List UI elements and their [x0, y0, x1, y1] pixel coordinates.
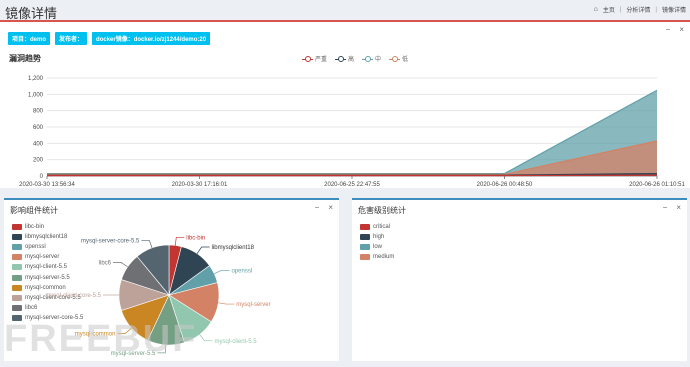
legend-item[interactable]: 低: [389, 54, 408, 63]
breadcrumb-home[interactable]: 主页: [603, 5, 615, 14]
severity-box: 危害级别统计 − × criticalhighlowmedium critica…: [352, 198, 687, 361]
pie-label: mysql-client-core-5.5: [45, 293, 101, 299]
publisher-tag: 发布者：: [55, 32, 88, 45]
pie-label-line: [113, 262, 128, 268]
breadcrumb-current: 镜像详情: [661, 8, 686, 14]
page: 镜像详情 ⌂ 主页 | 分析详情 | 镜像详情 项目：demo 发布者： doc…: [0, 0, 690, 367]
x-tick-label: 2020-03-30 17:16:01: [172, 182, 228, 188]
legend-item[interactable]: 严重: [302, 54, 327, 63]
pie-label: openssl: [231, 268, 252, 274]
pie-label: mysql-server-core-5.5: [81, 238, 140, 244]
y-tick-label: 200: [33, 158, 44, 164]
page-header: 镜像详情 ⌂ 主页 | 分析详情 | 镜像详情: [0, 0, 690, 21]
legend-label: 低: [402, 57, 409, 63]
y-tick-label: 600: [33, 125, 44, 131]
severity-chart: criticalhighlowmedium: [352, 208, 687, 363]
pie-label-line: [214, 269, 230, 275]
tag-row: 项目：demo 发布者： docker镜像：docker.io/zj1244/d…: [8, 32, 211, 45]
pie-label: libc6: [99, 260, 112, 266]
breadcrumb: ⌂ 主页 | 分析详情 | 镜像详情: [594, 5, 686, 14]
pie-label: libc-bin: [186, 235, 205, 241]
legend-label: 高: [348, 57, 355, 63]
x-tick-label: 2020-06-25 22:47:55: [324, 182, 380, 188]
y-tick-label: 1,000: [28, 92, 44, 98]
legend-symbol: [362, 55, 374, 62]
breadcrumb-separator: |: [655, 6, 657, 13]
y-tick-label: 400: [33, 141, 44, 147]
image-tag: docker镜像：docker.io/zj1244/demo:20: [92, 32, 211, 45]
pie-label: mysql-server: [236, 302, 270, 308]
legend-item[interactable]: 高: [335, 54, 354, 63]
y-tick-label: 800: [33, 109, 44, 115]
pie-label-line: [218, 302, 235, 305]
trend-legend: 严重 高 中 低: [302, 54, 408, 63]
x-tick-label: 2020-03-30 13:56:34: [19, 182, 75, 188]
y-tick-label: 1,200: [28, 76, 44, 82]
project-tag: 项目：demo: [8, 32, 51, 45]
breadcrumb-separator: |: [619, 6, 622, 13]
watermark-logo: FREEBUF: [4, 318, 198, 360]
trend-chart: 0 200 400 600 800 1,000 1,200 2020-03-30 13:56:…: [19, 76, 685, 188]
breadcrumb-analysis[interactable]: 分析详情: [626, 5, 650, 14]
legend-symbol: [389, 55, 401, 62]
legend-label: 中: [375, 57, 382, 63]
legend-label: 严重: [315, 57, 328, 63]
x-tick-label: 2020-06-26 00:48:50: [477, 182, 533, 188]
pie-label: mysql-client-5.5: [215, 339, 258, 345]
trend-title: 漏洞趋势: [9, 54, 41, 63]
pie-label: libmysqlclient18: [212, 245, 255, 251]
collapse-icon[interactable]: −: [666, 25, 671, 34]
trend-box: 项目：demo 发布者： docker镜像：docker.io/zj1244/d…: [0, 20, 690, 188]
pie-label-line: [196, 246, 210, 254]
home-icon[interactable]: ⌂: [594, 6, 598, 13]
pie-label-line: [174, 237, 185, 246]
pie-label-line: [199, 334, 213, 342]
y-tick-label: 0: [40, 174, 44, 180]
trend-tools: − ×: [666, 25, 684, 34]
legend-item[interactable]: 中: [362, 54, 381, 63]
legend-symbol: [302, 55, 313, 62]
x-tick-label: 2020-06-26 01:10:51: [629, 182, 685, 188]
legend-symbol: [335, 55, 347, 62]
close-icon[interactable]: ×: [679, 25, 684, 34]
pie-label-line: [141, 240, 153, 249]
